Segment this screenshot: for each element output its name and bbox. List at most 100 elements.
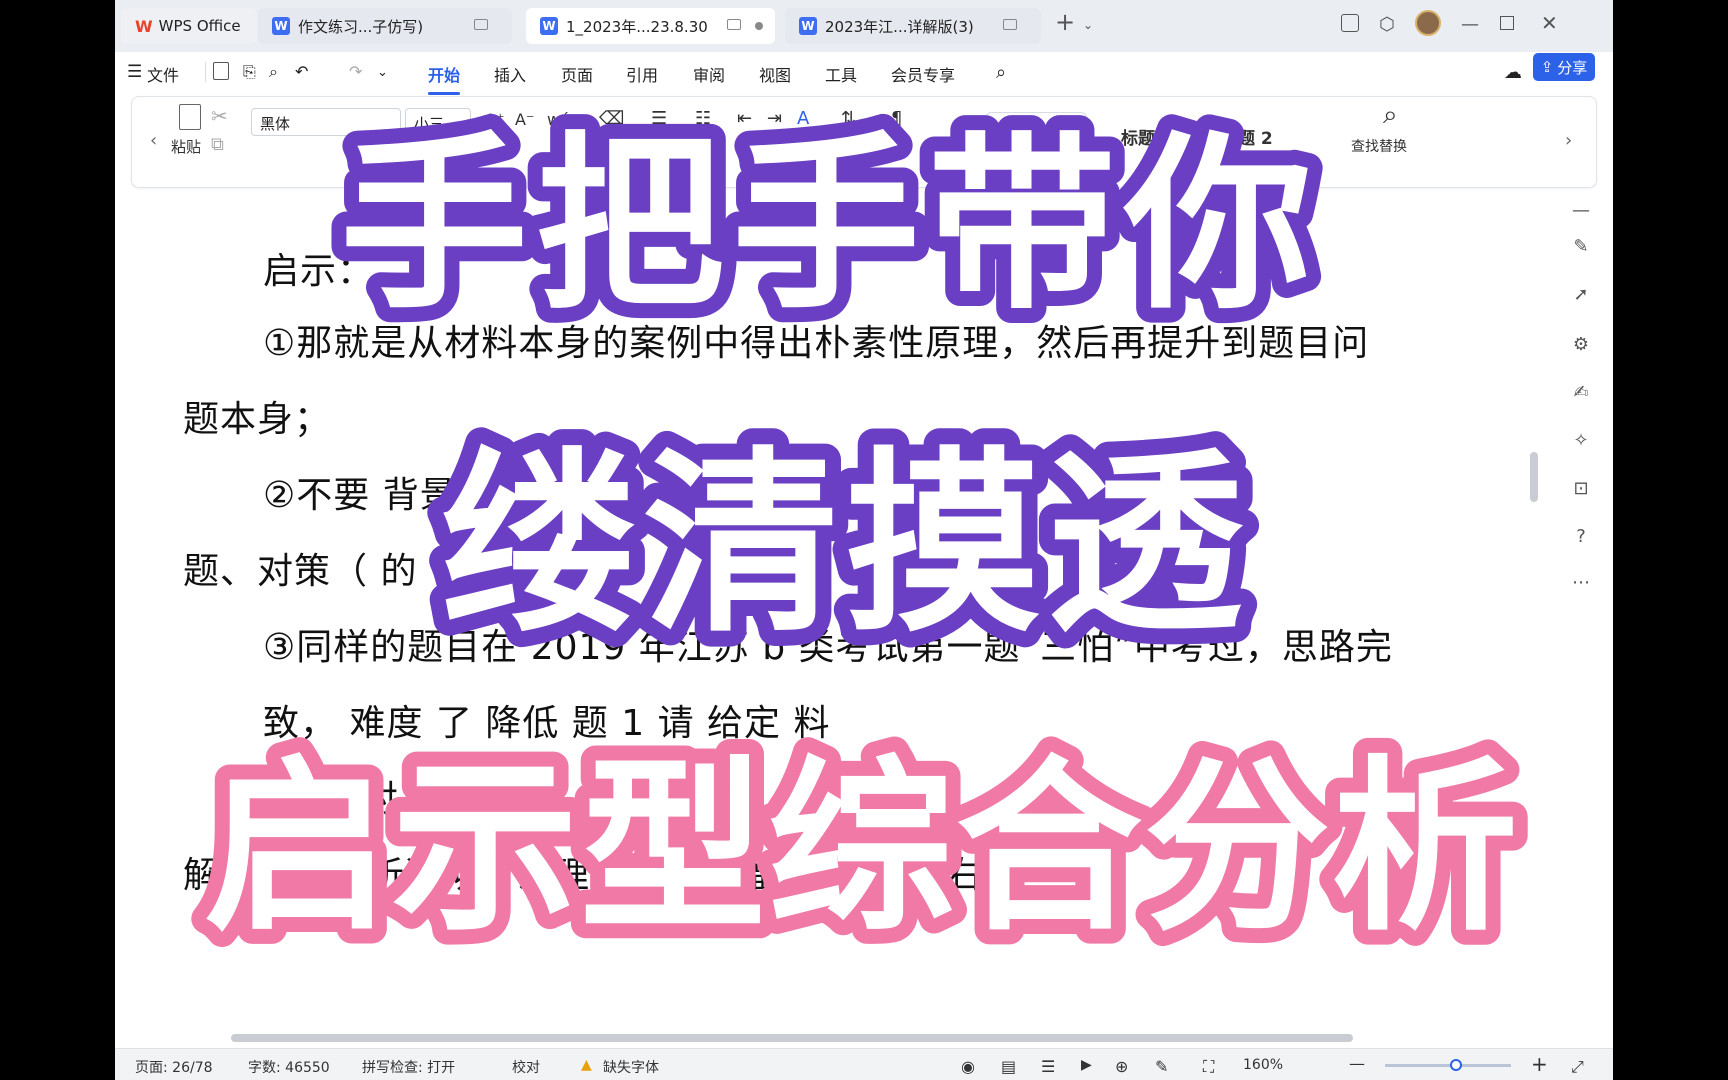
document-page[interactable]: 件 目 启示： ①那就是从材料本身的案例中得出朴素性原理，然后再提升到题目问 题… [115,190,1527,1028]
menu-view[interactable]: 视图 [759,62,791,86]
zoom-out-icon[interactable]: — [1349,1054,1365,1073]
edit-icon[interactable]: ✎ [1155,1057,1168,1076]
align-justify-icon[interactable]: ≣ [815,144,830,165]
doc-line: 件 目 [390,190,477,216]
redo-icon[interactable]: ↷ [349,62,362,81]
page-view-icon[interactable]: ▤ [1001,1057,1016,1076]
menu-page[interactable]: 页面 [561,62,593,86]
zoom-slider-thumb[interactable] [1450,1059,1462,1071]
export-icon[interactable]: ⎘ [243,62,256,82]
new-tab-plus-icon[interactable]: + [1055,8,1075,36]
zoom-slider[interactable] [1385,1064,1511,1067]
undo-icon[interactable]: ↶ [295,62,308,81]
eraser-icon[interactable]: ⌫ [599,108,624,129]
collapse-icon[interactable]: — [1570,200,1592,222]
wps-logo-icon: W [135,16,153,36]
zoom-level[interactable]: 160% [1243,1057,1283,1073]
paragraph-mark-icon[interactable]: ¶ [891,108,902,129]
phonetic-icon[interactable]: wén [547,110,580,129]
doc-line: 致， 难度 了 降低 题 1 请 给定 料 [263,703,831,744]
find-icon[interactable]: ⌕ [1383,100,1398,131]
menu-member[interactable]: 会员专享 [891,62,955,86]
tab-wps-office[interactable]: W WPS Office [121,8,257,44]
superscript-icon[interactable]: X² [415,144,432,163]
word-count[interactable]: 字数: 46550 [248,1057,330,1077]
tools-icon[interactable]: ✧ [1570,430,1592,452]
monitor-icon [727,19,741,30]
proofread-button[interactable]: 校对 [512,1057,540,1077]
shrink-font-icon[interactable]: A⁻ [515,110,534,129]
book-search-icon[interactable]: ⊡ [1570,478,1592,500]
spell-check-toggle[interactable]: 拼写检查: 打开 [362,1057,455,1077]
numbered-list-icon[interactable]: ☷ [695,108,711,129]
web-view-icon[interactable]: ⊕ [1115,1057,1128,1076]
select-cursor-icon[interactable]: ➚ [1570,284,1592,306]
save-icon[interactable] [213,62,229,80]
close-icon[interactable]: ✕ [1541,11,1558,35]
menu-file[interactable]: 文件 [147,62,179,86]
cloud-icon[interactable]: ☁ [1504,62,1522,83]
vertical-scroll-thumb[interactable] [1530,452,1538,502]
font-size-select[interactable]: 小三 [405,108,471,136]
fullscreen-icon[interactable]: ⤢ [1571,1057,1584,1077]
paste-button[interactable]: 粘贴 [171,136,201,157]
hamburger-icon[interactable]: ☰ [127,62,142,82]
ai-write-icon[interactable]: ✍ [1570,382,1592,404]
chevron-down-icon[interactable]: ⌄ [1083,18,1093,32]
chevron-down-icon[interactable]: ⌄ [377,65,388,80]
style-heading1[interactable]: 标题 [1091,112,1195,164]
menu-reference[interactable]: 引用 [626,62,658,86]
paste-icon[interactable] [179,104,201,130]
cube-icon[interactable]: ⬡ [1379,14,1395,35]
text-direction-icon[interactable]: A [797,108,809,129]
adjust-icon[interactable]: ⚙ [1570,334,1592,356]
doc-line: 题、对策（ 的 [183,551,418,592]
missing-font-button[interactable]: 缺失字体 [603,1057,659,1077]
search-icon[interactable]: ⌕ [996,62,1006,83]
tab-label: 1_2023年...23.8.30 [566,17,708,36]
horizontal-scroll-thumb[interactable] [231,1034,1353,1042]
outdent-icon[interactable]: ⇤ [737,108,752,129]
doc-line: 题本身； [183,399,332,440]
bullet-list-icon[interactable]: ☰ [651,108,667,129]
align-left-icon[interactable]: ≡ [651,144,666,165]
indent-icon[interactable]: ⇥ [767,108,782,129]
word-doc-icon: W [272,17,290,35]
zoom-in-icon[interactable]: + [1531,1052,1548,1076]
menu-home[interactable]: 开始 [428,62,461,95]
share-button[interactable]: ⇪ 分享 [1533,53,1595,81]
fit-icon[interactable]: ⛶ [1203,1057,1214,1077]
line-spacing-icon[interactable]: ⇅ [841,108,856,129]
tab-document-active[interactable]: W 1_2023年...23.8.30 [526,8,775,44]
pen-icon[interactable]: ✎ [1570,236,1592,258]
layout-icon[interactable] [1341,14,1359,32]
avatar[interactable] [1415,10,1441,36]
style-heading2[interactable]: 标题 2 [1199,112,1295,164]
minimize-icon[interactable]: — [1461,14,1479,35]
ribbon-scroll-right-icon[interactable]: › [1565,130,1572,151]
cut-icon[interactable]: ✂ [211,104,228,128]
unsaved-dot-icon[interactable] [755,22,763,30]
print-preview-icon[interactable]: ⌕ [269,62,278,82]
maximize-icon[interactable] [1500,16,1514,30]
font-family-value: 黑体 [260,115,291,133]
page-indicator[interactable]: 页面: 26/78 [135,1057,213,1077]
font-family-select[interactable]: 黑体 [251,108,401,136]
outline-view-icon[interactable]: ☰ [1041,1057,1055,1076]
font-size-value: 小三 [414,115,445,133]
menu-insert[interactable]: 插入 [494,62,526,86]
vertical-scrollbar[interactable] [1527,190,1549,1028]
help-icon[interactable]: ? [1570,526,1592,548]
style-normal[interactable]: 正文 [985,112,1087,164]
ribbon-scroll-left-icon[interactable]: ‹ [150,130,157,151]
copy-icon[interactable]: ⧉ [211,134,224,155]
more-icon[interactable]: ⋯ [1570,572,1592,594]
eye-icon[interactable]: ◉ [961,1057,975,1076]
grow-font-icon[interactable]: A⁺ [485,110,504,129]
find-replace-button[interactable]: 查找替换 [1351,136,1407,156]
tab-document-1[interactable]: W 作文练习...子仿写) [258,8,512,44]
menu-tools[interactable]: 工具 [825,62,857,86]
menu-review[interactable]: 审阅 [693,62,725,86]
play-icon[interactable]: ▶ [1081,1057,1092,1073]
tab-document-3[interactable]: W 2023年江...详解版(3) [785,8,1041,44]
